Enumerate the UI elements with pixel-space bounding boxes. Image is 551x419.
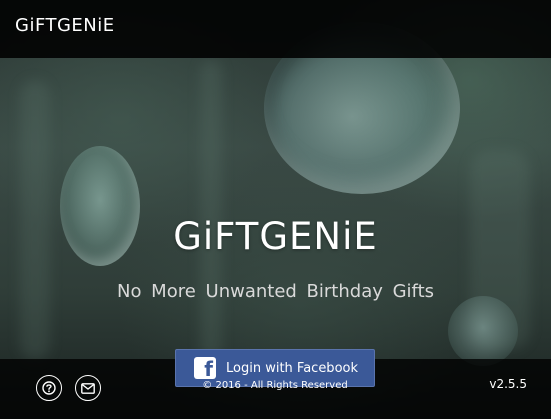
background-streak: [200, 60, 222, 360]
mail-button[interactable]: [75, 375, 101, 401]
title-bar: GiFTGENiE: [0, 0, 551, 58]
facebook-icon: f: [194, 357, 216, 379]
copyright-text: © 2016 - All Rights Reserved: [202, 380, 348, 391]
hero-title: GiFTGENiE: [173, 215, 378, 258]
app-title: GiFTGENiE: [15, 15, 115, 36]
tagline: No More Unwanted Birthday Gifts: [116, 281, 435, 302]
version-label: v2.5.5: [489, 377, 527, 391]
facebook-button-label: Login with Facebook: [226, 360, 358, 376]
question-circle-icon: [42, 381, 56, 395]
bubble-bottom-right: [448, 296, 518, 366]
envelope-icon: [81, 382, 95, 394]
help-button[interactable]: [36, 375, 62, 401]
